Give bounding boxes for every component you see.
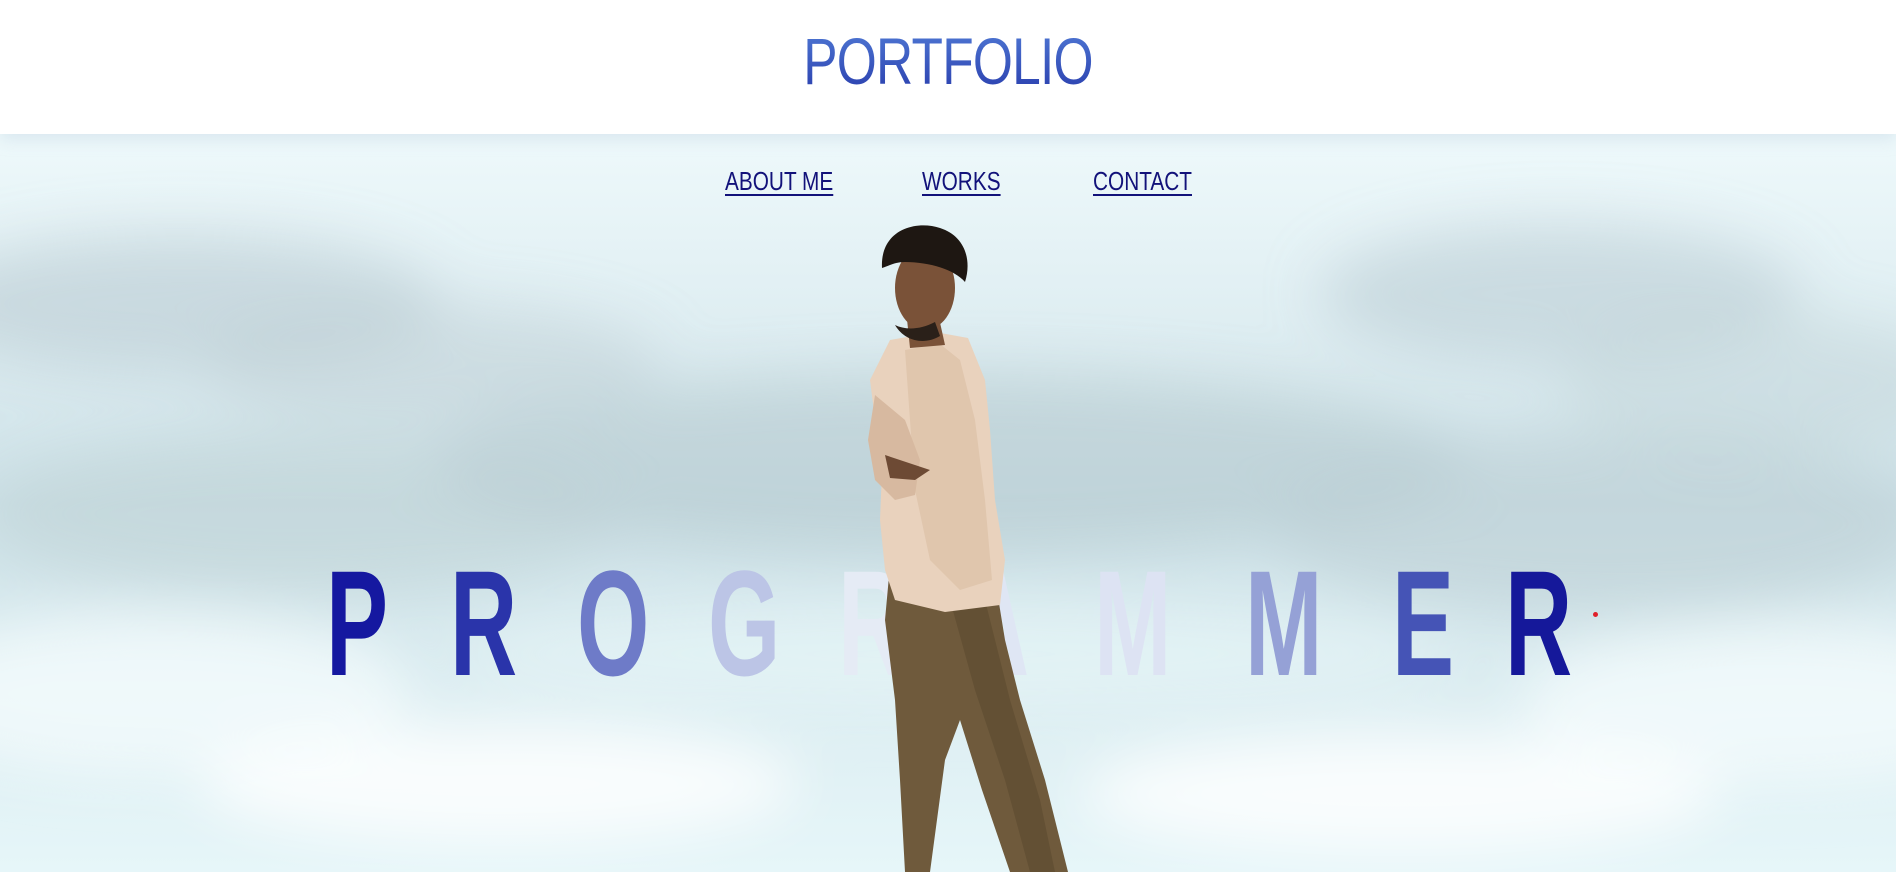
hero-letter: R [450,539,518,707]
hero-title: P R O G R A M M E R [0,548,1896,698]
hero-letter: M [1094,539,1172,707]
hero-letter: P [326,539,389,707]
hero-letter: R [838,539,906,707]
hero-letter: R [1505,539,1573,707]
nav-link-works[interactable]: WORKS [922,166,1001,197]
nav-link-contact[interactable]: CONTACT [1093,166,1192,197]
hero-letter: A [962,539,1030,707]
site-header: PORTFOLIO [0,0,1896,134]
hero-letter: E [1392,539,1455,707]
site-logo[interactable]: PORTFOLIO [209,28,1688,94]
hero-letter: G [708,539,781,707]
hero-letter: O [577,539,650,707]
nav-link-about-me[interactable]: ABOUT ME [725,166,833,197]
cursor-dot [1593,612,1598,617]
hero-letter: M [1245,539,1323,707]
main-nav: ABOUT ME WORKS CONTACT [0,166,1896,202]
portfolio-page: PORTFOLIO ABOUT ME WORKS CONTACT P R O G… [0,0,1896,872]
cloud-sky-image [0,224,1896,854]
hero-background [0,134,1896,872]
